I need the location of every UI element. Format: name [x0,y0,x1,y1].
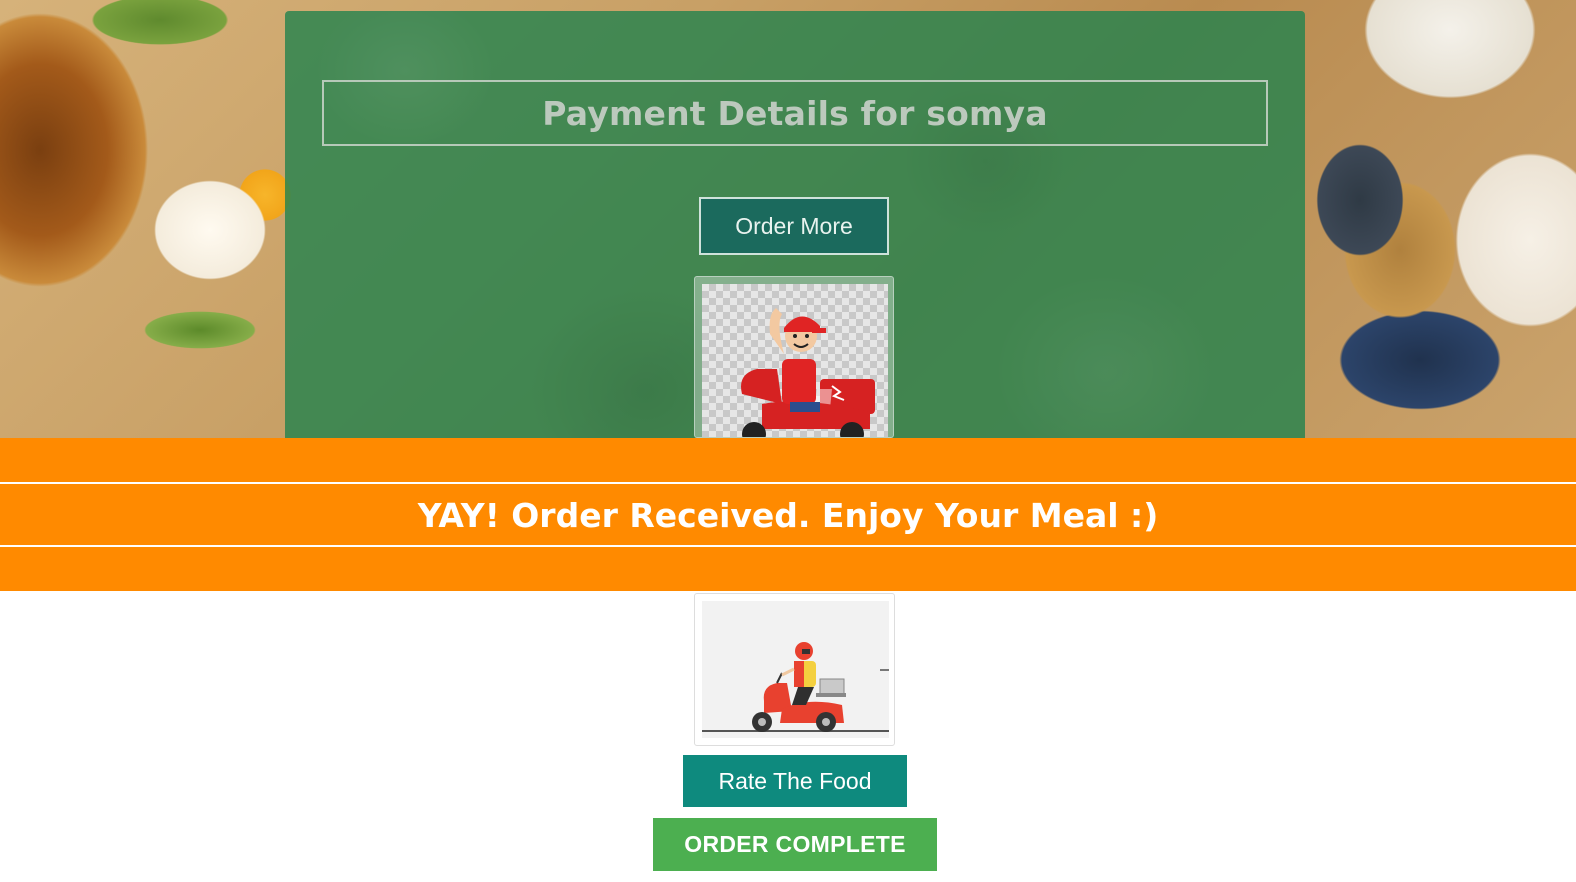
banner-divider-bottom [0,545,1576,547]
order-more-button[interactable]: Order More [699,197,889,255]
rate-food-button[interactable]: Rate The Food [683,755,907,807]
page: Payment Details for somya Order More YAY… [0,0,1576,882]
banner-divider-top [0,482,1576,484]
delivery-boy-image [702,284,888,437]
delivery-boy-illustration [741,308,875,437]
page-title-box: Payment Details for somya [322,80,1268,146]
order-received-message: YAY! Order Received. Enjoy Your Meal :) [417,495,1159,535]
delivery-rider-image-card [694,593,895,746]
order-complete-button[interactable]: ORDER COMPLETE [653,818,937,871]
order-received-banner: YAY! Order Received. Enjoy Your Meal :) [0,438,1576,591]
delivery-rider-image [702,601,889,738]
page-title: Payment Details for somya [542,93,1048,133]
delivery-rider-illustration [702,642,889,732]
delivery-boy-image-card [694,276,894,438]
